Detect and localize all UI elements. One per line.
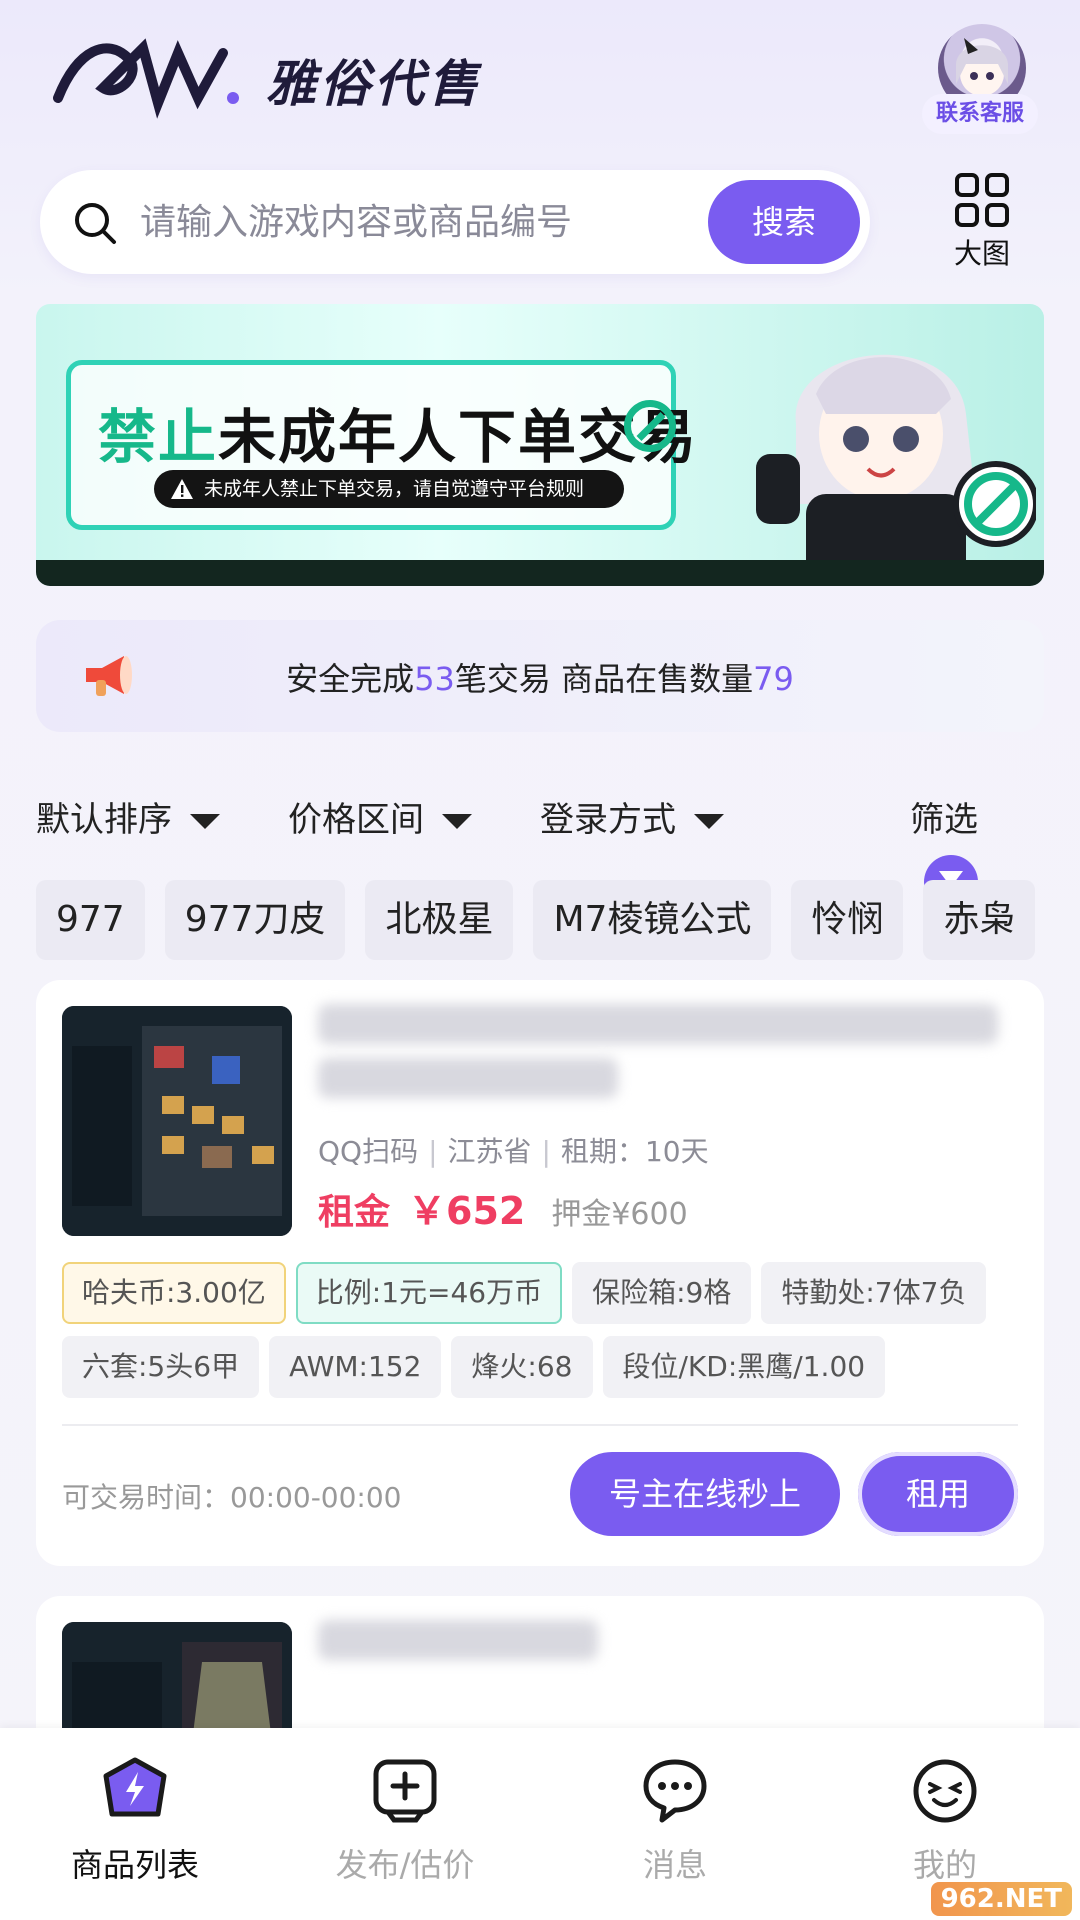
caret-down-icon [694,814,724,829]
login-method-dropdown[interactable]: 登录方式 [540,790,724,850]
banner-title: 禁止未成年人下单交易 [98,390,698,474]
filter-bar: 默认排序 价格区间 登录方式 筛选 [36,790,1044,909]
view-toggle-label: 大图 [953,237,1010,270]
quick-tag-row: 977 977刀皮 北极星 M7棱镜公式 怜悯 赤枭 [36,880,1044,960]
search-icon [75,203,116,244]
attribute-tag: 段位/KD:黑鹰/1.00 [602,1336,886,1398]
deposit: 押金¥600 [551,1197,688,1232]
nav-label: 发布/估价 [335,1846,475,1884]
banner-title-highlight: 禁止 [98,403,219,471]
banner-footer-strip [36,560,1044,586]
trade-time: 可交易时间：00:00-00:00 [62,1481,402,1514]
promo-banner[interactable]: 禁止未成年人下单交易 未成年人禁止下单交易，请自觉遵守平台规则 [36,304,1044,586]
listing-thumbnail [62,1006,292,1236]
nav-label: 商品列表 [70,1846,199,1884]
listing-title-blurred [318,1620,1018,1730]
grid-icon [955,173,1009,227]
brand-logo [53,38,239,119]
nav-item-profile[interactable]: 我的 [845,1756,1045,1886]
chat-bubble-icon [643,1759,707,1823]
sort-dropdown[interactable]: 默认排序 [36,790,220,850]
quick-tag[interactable]: 977刀皮 [164,880,346,960]
online-instant-button[interactable]: 号主在线秒上 [570,1452,840,1536]
nav-item-products[interactable]: 商品列表 [35,1756,235,1886]
trade-count: 53 [414,660,455,698]
on-sale-count: 79 [753,660,794,698]
stats-notice: 安全完成53笔交易 商品在售数量79 [36,620,1044,732]
price-range-dropdown[interactable]: 价格区间 [288,790,472,850]
brand-name: 雅俗代售 [266,55,482,113]
nav-label: 我的 [912,1846,977,1884]
quick-tag[interactable]: 怜悯 [791,880,904,960]
header: 雅俗代售 联系客服 [0,0,1080,160]
attribute-tag: 比例:1元=46万币 [295,1262,563,1324]
search-bar: 搜索 [40,170,870,274]
attribute-tags: 哈夫币:3.00亿 比例:1元=46万币 保险箱:9格 特勤处:7体7负六套:5头6甲… [62,1262,1022,1410]
customer-service-label: 联系客服 [922,94,1038,134]
divider [62,1424,1018,1426]
price-label: 租金 [318,1192,391,1233]
nav-item-publish[interactable]: 发布/估价 [305,1756,505,1886]
listing-title-blurred [318,1004,1018,1114]
quick-tag[interactable]: 赤枭 [923,880,1036,960]
attribute-tag: 保险箱:9格 [572,1262,752,1324]
gamepad-plus-icon [373,1759,437,1823]
stats-text: 安全完成53笔交易 商品在售数量79 [286,660,794,698]
attribute-tag: 哈夫币:3.00亿 [62,1262,286,1324]
listing-card[interactable]: QQ扫码 | 江苏省 | 租期：10天 租金 ￥652 押金¥600 哈夫币:3.00亿 比例… [36,980,1044,1566]
quick-tag[interactable]: 北极星 [365,880,514,960]
quick-tag[interactable]: 977 [36,880,145,960]
prohibited-icon [624,400,676,452]
mascot-illustration [756,354,1036,586]
price-value: ￥652 [408,1189,526,1233]
caret-down-icon [190,814,220,829]
price-row: 租金 ￥652 押金¥600 [318,1180,688,1235]
listing-meta: QQ扫码 | 江苏省 | 租期：10天 [318,1135,709,1168]
nav-label: 消息 [642,1846,707,1884]
attribute-tag: AWM:152 [269,1336,442,1398]
lightning-shield-icon [103,1757,167,1817]
app-page: 雅俗代售 联系客服 搜索 [0,0,1080,1920]
search-input[interactable] [140,192,720,252]
search-button[interactable]: 搜索 [708,180,860,264]
rent-button[interactable]: 租用 [858,1452,1018,1536]
nav-item-messages[interactable]: 消息 [575,1756,775,1886]
quick-tag[interactable]: M7棱镜公式 [533,880,772,960]
warning-icon [171,479,193,499]
attribute-tag: 六套:5头6甲 [62,1336,260,1398]
filter-button[interactable]: 筛选 [910,790,1044,909]
smiley-icon [913,1759,977,1823]
banner-subtitle: 未成年人禁止下单交易，请自觉遵守平台规则 [154,470,624,508]
attribute-tag: 烽火:68 [451,1336,593,1398]
bottom-nav: 商品列表 发布/估价 消息 我的 962.NET [0,1728,1080,1920]
watermark: 962.NET [930,1882,1072,1916]
caret-down-icon [442,814,472,829]
view-toggle-button[interactable]: 大图 [944,172,1020,272]
customer-service-button[interactable]: 联系客服 [922,24,1038,134]
attribute-tag: 特勤处:7体7负 [761,1262,987,1324]
